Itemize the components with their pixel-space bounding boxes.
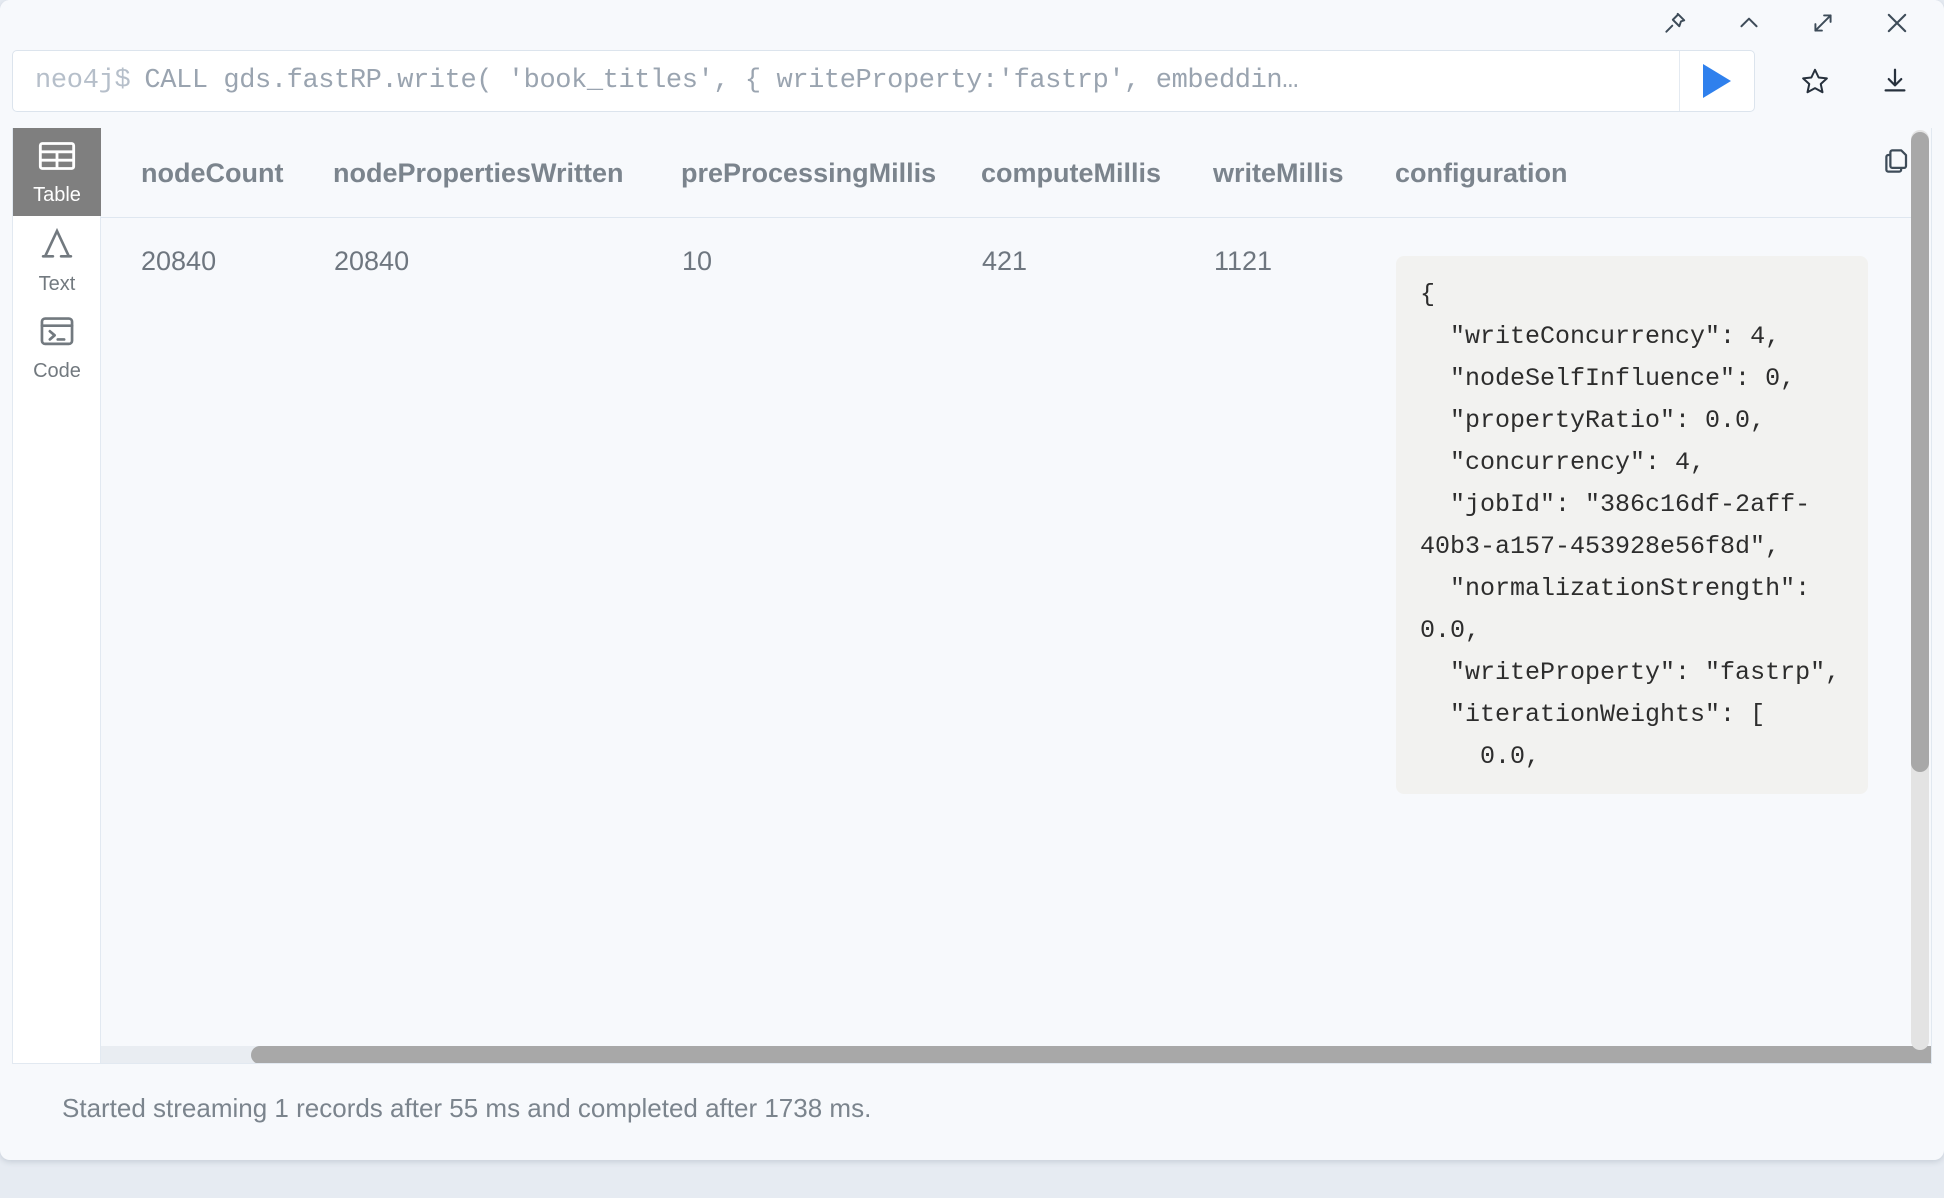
chevron-up-icon[interactable]: [1732, 6, 1766, 40]
download-icon[interactable]: [1871, 57, 1919, 105]
play-icon: [1703, 64, 1731, 98]
column-header-configuration[interactable]: configuration: [1395, 128, 1915, 218]
vertical-scrollbar[interactable]: [1911, 130, 1929, 1050]
view-item-text[interactable]: Text: [13, 216, 101, 304]
view-item-text-label: Text: [38, 273, 76, 295]
query-input[interactable]: CALL gds.fastRP.write( 'book_titles', { …: [144, 66, 1673, 96]
window-controls: [1658, 6, 1914, 40]
column-header-nodeprops[interactable]: nodePropertiesWritten: [333, 128, 681, 218]
view-item-code-label: Code: [33, 360, 81, 382]
prompt-label: neo4j$: [35, 66, 131, 96]
column-header-compute[interactable]: computeMillis: [981, 128, 1213, 218]
cell-nodecount: 20840: [141, 246, 217, 276]
query-input-bar[interactable]: neo4j$ CALL gds.fastRP.write( 'book_titl…: [12, 50, 1755, 112]
results-table: nodeCount nodePropertiesWritten preProce…: [101, 128, 1915, 795]
query-bar-actions: [1775, 50, 1935, 112]
view-item-table[interactable]: Table: [13, 128, 101, 216]
code-icon: [38, 315, 76, 354]
result-panel: Table Text Code nodeCount nodeProperties…: [12, 128, 1932, 1064]
copy-icon[interactable]: [1881, 146, 1911, 183]
column-header-preprocessing[interactable]: preProcessingMillis: [681, 128, 981, 218]
cell-preprocessing: 10: [682, 246, 713, 276]
view-item-code[interactable]: Code: [13, 304, 101, 392]
status-bar: Started streaming 1 records after 55 ms …: [12, 1068, 1932, 1148]
configuration-json: { "writeConcurrency": 4, "nodeSelfInflue…: [1396, 256, 1868, 794]
expand-icon[interactable]: [1806, 6, 1840, 40]
pin-icon[interactable]: [1658, 6, 1692, 40]
vertical-scrollbar-thumb[interactable]: [1911, 132, 1929, 772]
cell-configuration: { "writeConcurrency": 4, "nodeSelfInflue…: [1395, 149, 1915, 796]
cell-compute: 421: [982, 246, 1028, 276]
table-icon: [37, 139, 77, 178]
text-icon: [37, 226, 77, 267]
table-header-row: nodeCount nodePropertiesWritten preProce…: [101, 128, 1915, 218]
cell-nodeprops: 20840: [334, 246, 410, 276]
table-row: 20840 20840 10 421 1121 { "writeConcurre…: [101, 149, 1915, 796]
cell-write: 1121: [1214, 246, 1273, 276]
close-icon[interactable]: [1880, 6, 1914, 40]
horizontal-scrollbar[interactable]: [101, 1046, 1931, 1063]
horizontal-scrollbar-thumb[interactable]: [251, 1046, 1931, 1063]
view-switcher: Table Text Code: [13, 128, 101, 1063]
results-table-container[interactable]: nodeCount nodePropertiesWritten preProce…: [101, 128, 1931, 1063]
title-bar: [0, 0, 1944, 52]
run-query-button[interactable]: [1679, 51, 1754, 111]
column-header-write[interactable]: writeMillis: [1213, 128, 1395, 218]
column-header-nodecount[interactable]: nodeCount: [101, 128, 333, 218]
result-window: neo4j$ CALL gds.fastRP.write( 'book_titl…: [0, 0, 1944, 1160]
favorite-star-icon[interactable]: [1791, 57, 1839, 105]
status-message: Started streaming 1 records after 55 ms …: [62, 1092, 872, 1123]
view-item-table-label: Table: [33, 184, 81, 206]
